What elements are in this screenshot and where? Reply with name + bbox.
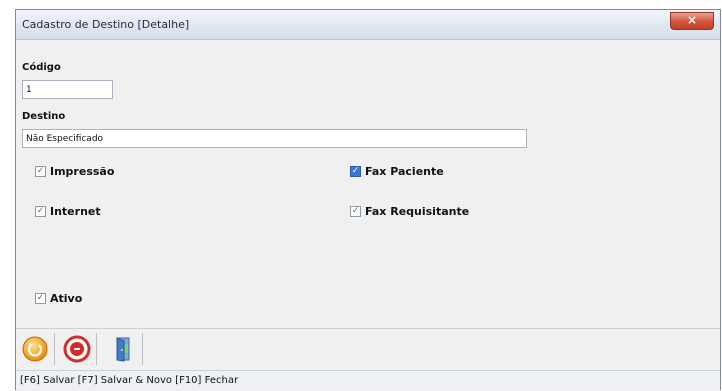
internet-checkbox[interactable]: ✓ Internet: [35, 205, 101, 218]
cancel-button[interactable]: [62, 334, 92, 364]
fax-paciente-checkbox[interactable]: ✓ Fax Paciente: [350, 165, 444, 178]
status-bar: [F6] Salvar [F7] Salvar & Novo [F10] Fec…: [16, 370, 720, 391]
checkbox-check-icon: ✓: [35, 166, 46, 177]
destino-label: Destino: [22, 111, 66, 122]
codigo-field[interactable]: [22, 80, 113, 99]
toolbar: [16, 328, 720, 371]
fax-paciente-label: Fax Paciente: [365, 165, 444, 178]
window-title: Cadastro de Destino [Detalhe]: [22, 18, 190, 31]
exit-door-icon: [116, 337, 130, 362]
close-button[interactable]: ×: [670, 12, 714, 30]
form-area: Código Destino ✓ Impressão ✓ Fax Pacient…: [16, 40, 720, 328]
fax-requisitante-checkbox[interactable]: ✓ Fax Requisitante: [350, 205, 469, 218]
checkbox-check-icon: ✓: [350, 206, 361, 217]
save-icon: [22, 336, 48, 362]
cancel-icon: [63, 335, 91, 363]
checkbox-check-icon: ✓: [35, 293, 46, 304]
ativo-label: Ativo: [50, 292, 83, 305]
checkbox-check-icon: ✓: [35, 206, 46, 217]
impressao-label: Impressão: [50, 165, 115, 178]
ativo-checkbox[interactable]: ✓ Ativo: [35, 292, 82, 305]
exit-button[interactable]: [108, 334, 138, 364]
fax-requisitante-label: Fax Requisitante: [365, 205, 470, 218]
close-icon: ×: [686, 13, 698, 27]
codigo-label: Código: [22, 62, 61, 73]
title-bar[interactable]: Cadastro de Destino [Detalhe] ×: [16, 10, 720, 40]
window: Cadastro de Destino [Detalhe] × Código D…: [15, 9, 721, 391]
toolbar-separator: [142, 333, 143, 365]
save-button[interactable]: [20, 334, 50, 364]
checkbox-check-icon: ✓: [350, 166, 361, 177]
toolbar-separator: [54, 333, 55, 365]
destino-field[interactable]: [22, 129, 527, 148]
status-text: [F6] Salvar [F7] Salvar & Novo [F10] Fec…: [20, 375, 239, 386]
impressao-checkbox[interactable]: ✓ Impressão: [35, 165, 114, 178]
internet-label: Internet: [50, 205, 101, 218]
toolbar-separator: [96, 333, 97, 365]
